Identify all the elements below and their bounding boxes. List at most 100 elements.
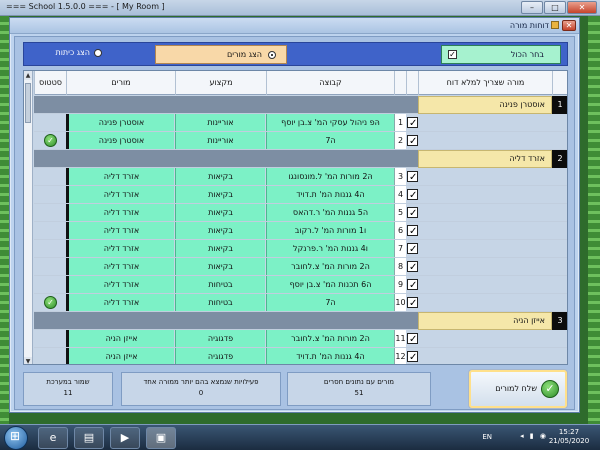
scroll-up-arrow-icon[interactable]: ▲	[24, 71, 32, 80]
send-to-teachers-button[interactable]: שלח למורים ✓	[469, 370, 567, 408]
row-checkbox[interactable]	[407, 223, 418, 239]
show-teachers-radio[interactable]	[268, 51, 276, 59]
row-checkbox[interactable]	[407, 331, 418, 347]
row-checkbox-cell[interactable]	[407, 186, 418, 203]
scroll-thumb[interactable]	[25, 83, 31, 123]
column-header-group[interactable]: קבוצה	[266, 71, 394, 95]
group-cell: ה4 גננות המ' ת.דויד	[266, 348, 394, 364]
taskbar-folder-icon[interactable]: ▤	[74, 427, 104, 449]
teacher-cell[interactable]: אזרד דליה	[66, 186, 174, 203]
row-checkbox[interactable]	[407, 187, 418, 203]
app-close-button[interactable]: ✕	[567, 1, 597, 14]
row-number: 8	[394, 258, 406, 275]
teacher-cell[interactable]: אזרד דליה	[66, 258, 174, 275]
table-row[interactable]: אזרד דליה בקיאות ו4 גננות המ' ר.פרנקל 7	[34, 240, 567, 258]
column-header-status[interactable]: סטטוס	[34, 71, 66, 95]
row-checkbox-cell[interactable]	[407, 222, 418, 239]
row-checkbox[interactable]	[407, 349, 418, 364]
table-row[interactable]: אזרד דליה בקיאות ו1 מורות המ' ל.רקוב 6	[34, 222, 567, 240]
row-checkbox-cell[interactable]	[407, 330, 418, 347]
show-teachers-option[interactable]: הצג מורים	[155, 45, 287, 64]
status-cell	[34, 258, 66, 275]
teacher-cell[interactable]: אייזן הניה	[66, 330, 174, 347]
section-row: אייזן הניה 3	[34, 312, 567, 330]
teacher-cell[interactable]: אזרד דליה	[66, 276, 174, 293]
dialog-title: דוחות מורה	[509, 21, 549, 30]
minimize-button[interactable]: –	[521, 1, 543, 14]
column-header-subject[interactable]: מקצוע	[175, 71, 266, 95]
group-cell: ו1 מורות המ' ל.רקוב	[266, 222, 394, 239]
show-classes-radio[interactable]	[94, 49, 102, 57]
teacher-cell[interactable]: אייזן הניה	[66, 348, 174, 364]
row-checkbox-cell[interactable]	[407, 240, 418, 257]
teacher-cell[interactable]: אוסטרן פנינה	[66, 114, 174, 131]
teacher-cell[interactable]: אזרד דליה	[66, 168, 174, 185]
group-cell: ה7	[266, 294, 394, 311]
table-row[interactable]: ✓ אזרד דליה בטיחות ה7 10	[34, 294, 567, 312]
row-checkbox[interactable]	[407, 241, 418, 257]
table-row[interactable]: אזרד דליה בטיחות ה6 תכנות המ' צ.בן יוסף 9	[34, 276, 567, 294]
taskbar-school-app-icon[interactable]: ▣	[146, 427, 176, 449]
grid-scrollbar[interactable]: ▲ ▼	[24, 71, 33, 364]
column-header-index	[552, 71, 567, 95]
teacher-cell[interactable]: אזרד דליה	[66, 294, 174, 311]
table-row[interactable]: ✓ אוסטרן פנינה אוריינות ה7 2	[34, 132, 567, 150]
row-checkbox-cell[interactable]	[407, 168, 418, 185]
select-all-label: בחר הכול	[510, 50, 544, 59]
row-checkbox[interactable]	[407, 205, 418, 221]
multi-teacher-activities-value: 0	[198, 389, 204, 397]
table-row[interactable]: אוסטרן פנינה אוריינות הּפ ניהול עסקי המ' צ…	[34, 114, 567, 132]
row-checkbox[interactable]	[407, 295, 418, 311]
select-all-toggle[interactable]: בחר הכול ✓	[441, 45, 561, 64]
section-teacher-name[interactable]: אוסטרן פנינה	[418, 96, 552, 114]
group-cell: ה6 תכנות המ' צ.בן יוסף	[266, 276, 394, 293]
row-checkbox[interactable]	[407, 169, 418, 185]
row-checkbox-cell[interactable]	[407, 114, 418, 131]
teacher-cell[interactable]: אזרד דליה	[66, 222, 174, 239]
row-checkbox[interactable]	[407, 259, 418, 275]
row-checkbox-cell[interactable]	[407, 276, 418, 293]
group-cell: ה2 מורות המ' צ.לחובר	[266, 330, 394, 347]
row-number: 3	[394, 168, 406, 185]
table-row[interactable]: אזרד דליה בקיאות ה5 גננות המ' ר.דהאס 5	[34, 204, 567, 222]
tray-icons[interactable]: ◂ ▮ ◉	[520, 432, 548, 440]
group-cell: ה4 גננות המ' ת.דויד	[266, 186, 394, 203]
row-checkbox-cell[interactable]	[407, 204, 418, 221]
teacher-cell[interactable]: אזרד דליה	[66, 240, 174, 257]
dialog-content: בחר הכול ✓ הצג מורים הצג כיתות ▲ ▼ סטטוס…	[14, 36, 575, 410]
row-checkbox[interactable]	[407, 133, 418, 149]
row-checkbox-cell[interactable]	[407, 258, 418, 275]
language-indicator[interactable]: EN	[482, 433, 492, 441]
taskbar-ie-icon[interactable]: e	[38, 427, 68, 449]
dialog-close-button[interactable]: ✕	[562, 20, 576, 31]
row-number: 11	[394, 330, 406, 347]
table-row[interactable]: אייזן הניה פדגוגיה ה4 גננות המ' ת.דויד 12	[34, 348, 567, 364]
row-number: 4	[394, 186, 406, 203]
subject-cell: בקיאות	[175, 222, 265, 239]
row-checkbox-cell[interactable]	[407, 132, 418, 149]
table-row[interactable]: אזרד דליה בקיאות ה2 מורות המ' צ.לחובר 8	[34, 258, 567, 276]
table-row[interactable]: אזרד דליה בקיאות הּ2 מורות המ' ל.מונסונגו 3	[34, 168, 567, 186]
table-row[interactable]: אזרד דליה בקיאות ה4 גננות המ' ת.דויד 4	[34, 186, 567, 204]
section-teacher-name[interactable]: אזרד דליה	[418, 150, 552, 168]
teacher-cell[interactable]: אוסטרן פנינה	[66, 132, 174, 149]
column-header-teacher-to-fill[interactable]: מורה שצריך למלא דוח	[418, 71, 552, 95]
row-checkbox[interactable]	[407, 277, 418, 293]
row-checkbox-cell[interactable]	[407, 294, 418, 311]
select-all-checkbox[interactable]: ✓	[448, 50, 457, 59]
start-button[interactable]	[4, 426, 28, 450]
row-checkbox-cell[interactable]	[407, 348, 418, 364]
row-checkbox[interactable]	[407, 115, 418, 131]
scroll-down-arrow-icon[interactable]: ▼	[24, 357, 32, 364]
section-teacher-name[interactable]: אייזן הניה	[418, 312, 552, 330]
column-header-teachers[interactable]: מורים	[66, 71, 175, 95]
app-title-bar: === School 1.5.0.0 === - [ My Room ] – □…	[0, 0, 600, 16]
maximize-button[interactable]: □	[544, 1, 566, 14]
status-cell: ✓	[34, 294, 66, 311]
taskbar-media-icon[interactable]: ▶	[110, 427, 140, 449]
table-row[interactable]: אייזן הניה פדגוגיה ה2 מורות המ' צ.לחובר 11	[34, 330, 567, 348]
teacher-cell[interactable]: אזרד דליה	[66, 204, 174, 221]
group-cell: ו4 גננות המ' ר.פרנקל	[266, 240, 394, 257]
clock[interactable]: 15:27 21/05/2020	[546, 428, 592, 446]
status-cell	[34, 168, 66, 185]
